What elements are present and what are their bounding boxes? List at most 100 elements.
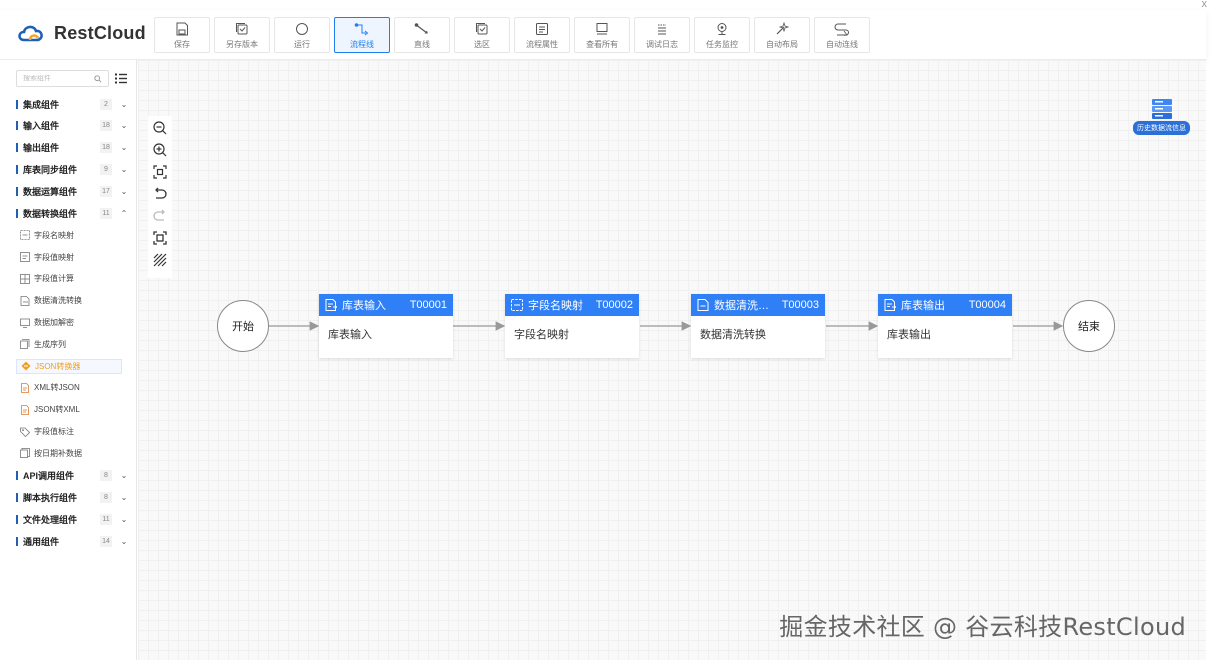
category-categories_bottom-3[interactable]: 通用组件 14 ⌄ xyxy=(16,533,128,549)
component-item[interactable]: 数据加解密 xyxy=(16,315,122,330)
chevron-icon[interactable]: ⌄ xyxy=(120,537,128,546)
cloud-logo-icon xyxy=(18,25,43,42)
component-item-label: 生成序列 xyxy=(34,339,66,349)
category-accent-bar xyxy=(16,143,18,153)
category-name: 集成组件 xyxy=(23,99,60,110)
chevron-icon[interactable]: ⌄ xyxy=(120,143,128,152)
category-name: 脚本执行组件 xyxy=(23,492,78,503)
category-categories_top-1[interactable]: 输入组件 18 ⌄ xyxy=(16,118,128,134)
toolbar-button-run[interactable]: 运行 xyxy=(274,17,330,53)
toolbar-button-save-version[interactable]: 另存版本 xyxy=(214,17,270,53)
field-map-icon xyxy=(511,299,523,311)
table-input-icon xyxy=(325,299,337,311)
category-categories_bottom-0[interactable]: API调用组件 8 ⌄ xyxy=(16,468,128,484)
component-item[interactable]: XML转JSON xyxy=(16,380,122,395)
tag-icon xyxy=(20,427,30,437)
toolbar-button-label: 直线 xyxy=(414,39,430,49)
chevron-icon[interactable]: ⌄ xyxy=(120,493,128,502)
list-view-icon[interactable] xyxy=(115,73,127,84)
category-categories_bottom-1[interactable]: 脚本执行组件 8 ⌄ xyxy=(16,489,128,505)
component-item[interactable]: 字段值标注 xyxy=(16,424,122,439)
table-output-icon xyxy=(884,299,896,311)
toolbar-button-debug-log[interactable]: 调试日志 xyxy=(634,17,690,53)
node-title: 字段名映射 xyxy=(528,300,583,312)
category-categories_top-0[interactable]: 集成组件 2 ⌄ xyxy=(16,96,128,112)
component-search-input[interactable] xyxy=(23,75,83,82)
start-node[interactable]: 开始 xyxy=(217,300,269,352)
flow-node-T00003[interactable]: 数据清洗… T00003 数据清洗转换 xyxy=(691,294,825,358)
node-description: 数据清洗转换 xyxy=(700,329,766,341)
clean-icon xyxy=(20,295,30,306)
toolbar-button-label: 调试日志 xyxy=(646,39,678,49)
category-accent-bar xyxy=(16,514,18,524)
category-count-badge: 9 xyxy=(100,163,112,175)
flow-node-T00004[interactable]: 库表输出 T00004 库表输出 xyxy=(878,294,1012,358)
toolbar-button-auto-connect[interactable]: 自动连线 xyxy=(814,17,870,53)
chevron-icon[interactable]: ⌄ xyxy=(120,515,128,524)
flow-line-icon xyxy=(354,21,370,37)
calc-icon xyxy=(20,273,30,284)
toolbar-button-label: 选区 xyxy=(474,39,490,49)
chevron-icon[interactable]: ⌄ xyxy=(120,100,128,109)
category-name: 数据运算组件 xyxy=(23,186,78,197)
flow-node-T00001[interactable]: 库表输入 T00001 库表输入 xyxy=(319,294,453,358)
chevron-icon[interactable]: ⌄ xyxy=(120,165,128,174)
component-item[interactable]: JSON转XML xyxy=(16,402,122,417)
component-item-label: 字段值计算 xyxy=(34,274,74,284)
category-categories_bottom-2[interactable]: 文件处理组件 11 ⌄ xyxy=(16,511,128,527)
flow-canvas[interactable]: 历史数据流信息 开始 结束 库表输入 T00001 库表输入 字段名映射 T00002 字… xyxy=(138,60,1206,660)
toolbar-button-select-area[interactable]: 选区 xyxy=(454,17,510,53)
category-categories_top-2[interactable]: 输出组件 18 ⌄ xyxy=(16,140,128,156)
component-item-label: 数据加解密 xyxy=(34,318,74,327)
chevron-icon[interactable]: ⌄ xyxy=(120,471,128,480)
field-map-icon xyxy=(20,230,30,241)
category-count-badge: 8 xyxy=(100,491,112,503)
category-count-badge: 18 xyxy=(100,142,112,154)
chevron-icon[interactable]: ⌄ xyxy=(120,187,128,196)
toolbar-button-flow-line[interactable]: 流程线 xyxy=(334,17,390,53)
end-node[interactable]: 结束 xyxy=(1063,300,1115,352)
toolbar-button-flow-properties[interactable]: 流程属性 xyxy=(514,17,570,53)
toolbar-button-label: 自动连线 xyxy=(826,39,858,49)
view-all-icon xyxy=(595,21,609,37)
search-icon[interactable] xyxy=(94,74,102,83)
node-header[interactable]: 库表输入 T00001 xyxy=(319,294,453,316)
select-area-icon xyxy=(475,21,489,37)
toolbar-button-save[interactable]: 保存 xyxy=(154,17,210,53)
category-name: API调用组件 xyxy=(23,471,75,482)
category-categories_top-4[interactable]: 数据运算组件 17 ⌄ xyxy=(16,183,128,199)
component-search-box[interactable] xyxy=(16,70,109,87)
category-accent-bar xyxy=(16,492,18,502)
component-item[interactable]: JSON转换器 xyxy=(16,358,122,374)
node-header[interactable]: 数据清洗… T00003 xyxy=(691,294,825,316)
category-count-badge: 8 xyxy=(100,470,112,482)
chevron-icon[interactable]: ⌃ xyxy=(120,209,128,218)
toolbar-button-task-monitor[interactable]: 任务监控 xyxy=(694,17,750,53)
category-count-badge: 17 xyxy=(100,185,112,197)
toolbar-button-view-all[interactable]: 查看所有 xyxy=(574,17,630,53)
flow-node-T00002[interactable]: 字段名映射 T00002 字段名映射 xyxy=(505,294,639,358)
encrypt-icon xyxy=(20,318,30,328)
auto-layout-icon xyxy=(775,21,789,37)
category-categories_top-3[interactable]: 库表同步组件 9 ⌄ xyxy=(16,161,128,177)
component-item[interactable]: 字段名映射 xyxy=(16,228,122,243)
category-accent-bar xyxy=(16,164,18,174)
component-item[interactable]: 按日期补数据 xyxy=(16,446,122,461)
category-name: 文件处理组件 xyxy=(23,514,78,525)
component-item[interactable]: 生成序列 xyxy=(16,337,122,352)
component-item[interactable]: 字段值映射 xyxy=(16,250,122,265)
node-header[interactable]: 库表输出 T00004 xyxy=(878,294,1012,316)
chevron-icon[interactable]: ⌄ xyxy=(120,121,128,130)
toolbar-button-auto-layout[interactable]: 自动布局 xyxy=(754,17,810,53)
toolbar-button-label: 流程线 xyxy=(350,39,374,49)
category-categories_top-5[interactable]: 数据转换组件 11 ⌃ xyxy=(16,205,128,221)
category-count-badge: 11 xyxy=(100,207,112,219)
component-item[interactable]: 字段值计算 xyxy=(16,271,122,286)
component-item-label: 数据清洗转换 xyxy=(34,296,82,306)
save-version-icon xyxy=(235,21,249,37)
value-map-icon xyxy=(20,252,30,262)
close-icon[interactable]: x xyxy=(1202,0,1208,10)
node-header[interactable]: 字段名映射 T00002 xyxy=(505,294,639,316)
toolbar-button-straight-line[interactable]: 直线 xyxy=(394,17,450,53)
component-item[interactable]: 数据清洗转换 xyxy=(16,293,122,308)
